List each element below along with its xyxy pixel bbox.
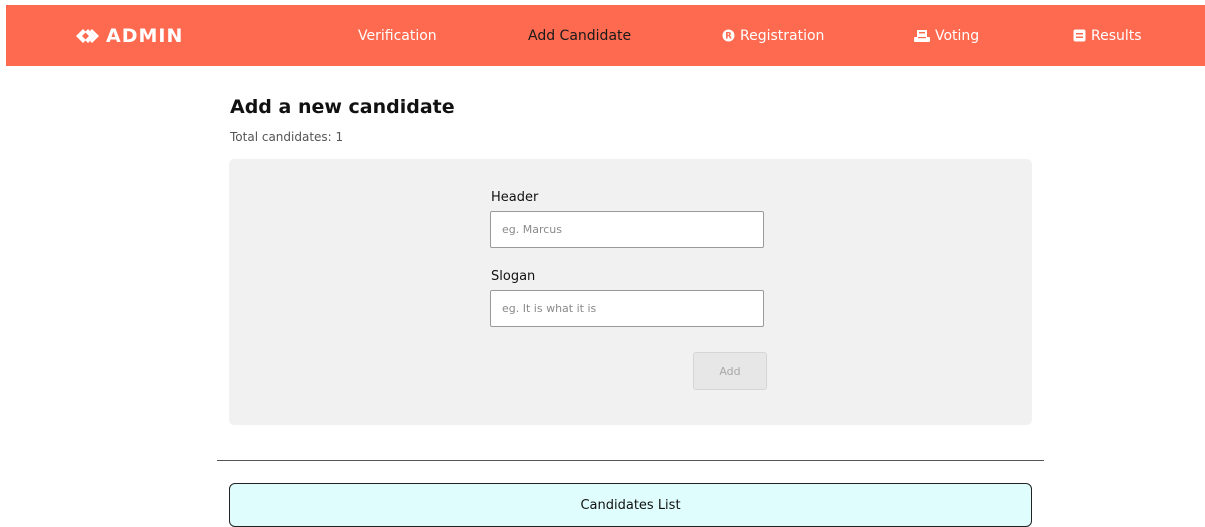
candidates-list-label: Candidates List <box>580 497 681 513</box>
double-chevron-icon <box>74 27 100 45</box>
nav-item-label: Voting <box>935 27 980 44</box>
nav-item-label: Add Candidate <box>528 27 632 44</box>
header-field-label: Header <box>491 190 539 205</box>
total-candidates-count: Total candidates: 1 <box>230 130 344 144</box>
nav-item-verification[interactable]: Verification <box>358 5 437 66</box>
nav-item-voting[interactable]: Voting <box>914 5 979 66</box>
nav-item-label: Verification <box>358 27 437 44</box>
nav-item-add-candidate[interactable]: Add Candidate <box>528 5 631 66</box>
add-candidate-form: Header Slogan Add <box>229 159 1032 425</box>
registered-icon: R <box>722 29 735 42</box>
header-input[interactable] <box>490 211 764 248</box>
slogan-field-label: Slogan <box>491 269 536 284</box>
brand-logo[interactable]: ADMIN <box>74 5 183 66</box>
page-title: Add a new candidate <box>230 96 455 118</box>
add-button[interactable]: Add <box>693 352 767 390</box>
slogan-input[interactable] <box>490 290 764 327</box>
section-divider <box>217 460 1044 461</box>
ballot-icon <box>914 29 930 42</box>
svg-text:R: R <box>725 32 732 42</box>
nav-item-label: Results <box>1091 27 1142 44</box>
nav-item-results[interactable]: Results <box>1073 5 1142 66</box>
candidates-list-button[interactable]: Candidates List <box>229 483 1032 527</box>
results-icon <box>1073 29 1086 42</box>
nav-item-registration[interactable]: R Registration <box>722 5 824 66</box>
nav-item-label: Registration <box>740 27 825 44</box>
top-navbar: ADMIN Verification Add Candidate R Regis… <box>6 5 1205 66</box>
brand-name: ADMIN <box>106 24 184 47</box>
